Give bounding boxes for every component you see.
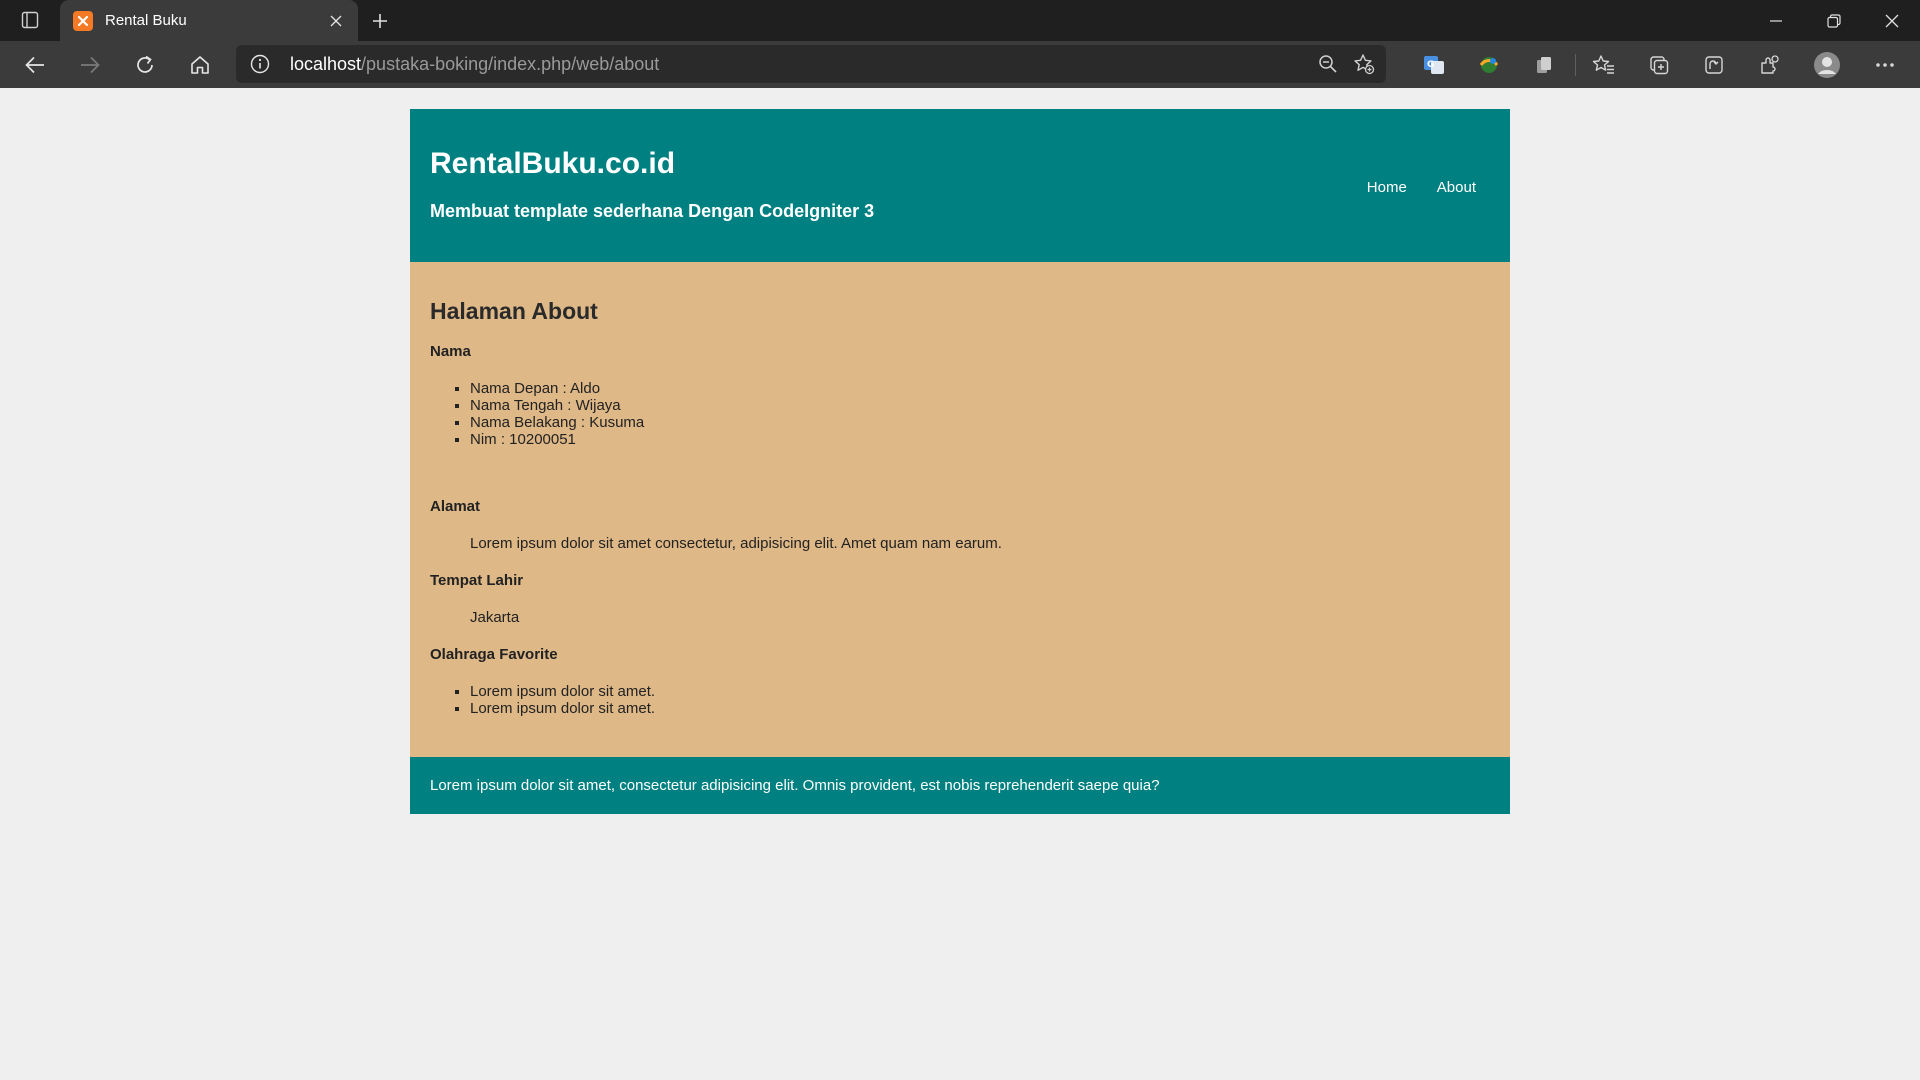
tempat-lahir-label: Tempat Lahir bbox=[430, 572, 524, 589]
restore-icon[interactable] bbox=[1806, 0, 1862, 41]
toolbar-separator bbox=[1575, 54, 1576, 76]
olahraga-list: Lorem ipsum dolor sit amet. Lorem ipsum … bbox=[470, 683, 1490, 717]
zoom-out-icon[interactable] bbox=[1316, 52, 1340, 76]
site-info-icon[interactable] bbox=[250, 54, 270, 74]
browser-titlebar: Rental Buku bbox=[0, 0, 1920, 41]
browser-tab-active[interactable]: Rental Buku bbox=[60, 0, 358, 41]
minimize-icon[interactable] bbox=[1748, 0, 1804, 41]
alamat-value: Lorem ipsum dolor sit amet consectetur, … bbox=[470, 535, 1002, 552]
page-container: RentalBuku.co.id Membuat template sederh… bbox=[410, 109, 1510, 814]
new-tab-icon[interactable] bbox=[365, 6, 395, 36]
translate-icon[interactable]: G bbox=[1420, 51, 1448, 79]
extension-puzzle-icon[interactable] bbox=[1530, 51, 1558, 79]
add-favorite-icon[interactable] bbox=[1352, 52, 1376, 76]
footer-text: Lorem ipsum dolor sit amet, consectetur … bbox=[430, 777, 1160, 794]
main-content: Halaman About Nama Nama Depan : Aldo Nam… bbox=[410, 262, 1510, 757]
app-available-icon[interactable] bbox=[1700, 51, 1728, 79]
favorites-icon[interactable] bbox=[1590, 51, 1618, 79]
home-icon[interactable] bbox=[182, 47, 218, 83]
more-menu-icon[interactable] bbox=[1871, 51, 1899, 79]
list-item: Nama Tengah : Wijaya bbox=[470, 397, 1490, 414]
forward-icon[interactable] bbox=[72, 47, 108, 83]
back-icon[interactable] bbox=[17, 47, 53, 83]
browser-toolbar: localhost/pustaka-boking/index.php/web/a… bbox=[0, 41, 1920, 88]
site-title: RentalBuku.co.id bbox=[430, 147, 676, 180]
list-item: Nama Belakang : Kusuma bbox=[470, 414, 1490, 431]
nav-link-about[interactable]: About bbox=[1437, 179, 1476, 196]
list-item: Nim : 10200051 bbox=[470, 431, 1490, 448]
url-text[interactable]: localhost/pustaka-boking/index.php/web/a… bbox=[290, 54, 659, 75]
list-item: Lorem ipsum dolor sit amet. bbox=[470, 700, 1490, 717]
address-bar[interactable]: localhost/pustaka-boking/index.php/web/a… bbox=[236, 45, 1386, 83]
site-footer: Lorem ipsum dolor sit amet, consectetur … bbox=[410, 757, 1510, 814]
close-window-icon[interactable] bbox=[1864, 0, 1920, 41]
tempat-lahir-value: Jakarta bbox=[470, 609, 520, 626]
olahraga-label: Olahraga Favorite bbox=[430, 646, 558, 663]
site-header: RentalBuku.co.id Membuat template sederh… bbox=[410, 109, 1510, 262]
extension-globe-icon[interactable] bbox=[1475, 51, 1503, 79]
extensions-icon[interactable] bbox=[1755, 51, 1783, 79]
tab-close-icon[interactable] bbox=[322, 7, 350, 35]
site-subtitle: Membuat template sederhana Dengan CodeIg… bbox=[430, 201, 875, 221]
nav-link-home[interactable]: Home bbox=[1367, 179, 1407, 196]
nama-label: Nama bbox=[430, 343, 471, 360]
list-item: Lorem ipsum dolor sit amet. bbox=[470, 683, 1490, 700]
tab-title: Rental Buku bbox=[105, 12, 187, 29]
collections-icon[interactable] bbox=[1645, 51, 1673, 79]
xampp-favicon-icon bbox=[73, 10, 93, 31]
site-nav: Home About bbox=[1367, 179, 1476, 196]
profile-avatar-icon[interactable] bbox=[1813, 51, 1841, 79]
list-item: Nama Depan : Aldo bbox=[470, 380, 1490, 397]
nama-list: Nama Depan : Aldo Nama Tengah : Wijaya N… bbox=[470, 380, 1490, 448]
svg-text:G: G bbox=[1427, 60, 1434, 70]
alamat-label: Alamat bbox=[430, 498, 481, 515]
page-heading: Halaman About bbox=[430, 298, 598, 324]
url-host: localhost bbox=[290, 54, 362, 74]
tab-actions-icon[interactable] bbox=[14, 8, 46, 32]
url-path: /pustaka-boking/index.php/web/about bbox=[361, 54, 660, 74]
refresh-icon[interactable] bbox=[127, 47, 163, 83]
